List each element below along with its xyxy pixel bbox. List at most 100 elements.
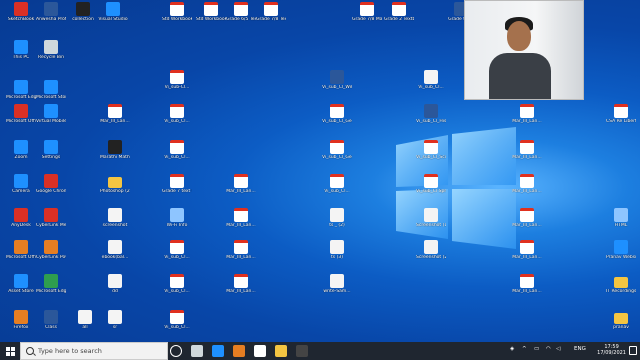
icon-pdf-16[interactable]: Mar_III_Lan... [512,140,542,160]
icon-anydesk[interactable]: AnyDesk [6,208,36,228]
icon-pdf-29[interactable]: Mar_III_Lan... [512,274,542,294]
icon-pdf-7[interactable]: Vi_sub-Cl... [162,70,192,90]
icon-txt-6[interactable]: ts (3) [322,240,352,260]
tray-chevron-icon[interactable]: ^ [522,346,527,352]
store-icon[interactable] [254,345,266,357]
pdf-icon [520,274,534,288]
icon-pdf-17[interactable]: Grade 7 text Geograph... [162,174,192,194]
icon-pdf-4[interactable]: Grade 7/8 Textbook [256,2,286,22]
tray-battery-icon[interactable]: ▭ [534,346,539,352]
icon-sketchbook[interactable]: SketchBook [6,2,36,22]
icon-pdf-30[interactable]: Vi_sub_Cl... [162,310,192,330]
icon-office[interactable]: Microsoft Office Lens [6,104,36,124]
tray-shield-icon[interactable]: ◈ [510,346,514,352]
icon-txt-1[interactable]: Vi_sub_Cl... [416,70,446,90]
icon-label: Mar_III_Lan... [226,255,256,260]
icon-folder-3[interactable]: pranav [606,310,636,330]
obs-icon[interactable] [296,345,308,357]
notifications-icon[interactable] [629,346,637,355]
icon-pdf-8[interactable]: Mar_III_Lan... [100,104,130,124]
icon-pdf-5[interactable]: Grade 7/8 Marathi [352,2,382,22]
icon-word-doc-5[interactable]: Class [36,310,66,330]
icon-pdf-3[interactable]: Grade 6/5 Textbook [226,2,256,22]
icon-txt-10[interactable]: all [70,310,100,330]
icon-edge-3[interactable]: Microsoft Edge [36,274,66,294]
icon-word-doc-3[interactable]: Vi_sub_Cl_Wiki [322,70,352,90]
task-view-icon[interactable] [170,345,182,357]
icon-folder-1[interactable]: Photoshop (2) [100,174,130,194]
icon-folder-2[interactable]: IT Recordings [606,274,636,294]
icon-exe-1[interactable]: Wi-Fi Info [162,208,192,228]
txt-icon [330,208,344,222]
app-blue-icon [44,80,58,94]
icon-firefox[interactable]: Firefox [6,310,36,330]
icon-pdf-24[interactable]: Vi_sub_Cl... [162,240,192,260]
icon-pdf-26[interactable]: Mar_III_Lan... [512,240,542,260]
icon-txt-4[interactable]: Screenshot (1) [416,208,446,228]
desktop[interactable]: SketchBookAnwesha Profile collection Visua… [0,0,640,342]
icon-txt-11[interactable]: sr [100,310,130,330]
icon-pdf-6[interactable]: Grade 2 Textbook [384,2,414,22]
icon-pdf-13[interactable]: Vi_sub_Cl... [162,140,192,160]
icon-word-doc-4[interactable]: Vi_sub_Cl_Hist [416,104,446,124]
icon-recycle-bin[interactable]: Recycle Bin [36,40,66,60]
firefox-icon[interactable] [233,345,245,357]
icon-pdf-28[interactable]: Mar_III_Lan... [226,274,256,294]
icon-chrome[interactable]: Google Chrome [36,174,66,194]
icon-vs-code[interactable]: Visual Studio [98,2,128,22]
icon-pdf-20[interactable]: Vi_sub_Cl Sprit Science [416,174,446,194]
txt-icon [108,274,122,288]
icon-vbox[interactable]: Virtual Mobile Code [36,104,66,124]
icon-ms-office[interactable]: Microsoft Office Word [6,240,36,260]
icon-word-doc-1[interactable]: Anwesha Profile [36,2,66,22]
icon-zoom[interactable]: Zoom [6,140,36,160]
icon-cpe-2[interactable]: CyberLink PowerDirec [36,240,66,260]
icon-pdf-18[interactable]: Mar_III_Lan... [226,174,256,194]
tray-wifi-icon[interactable]: ◠ [546,346,551,352]
icon-pdf-2[interactable]: Std Workbook [196,2,226,22]
widgets-icon[interactable] [191,345,203,357]
icon-txt-3[interactable]: ts _ (2) [322,208,352,228]
system-clock[interactable]: 17:59 17/09/2021 [597,344,626,356]
icon-label: Class [45,325,57,330]
app-blue-icon [614,240,628,254]
icon-edge[interactable]: Microsoft Edge [6,80,36,100]
icon-html[interactable]: HTML [606,208,636,228]
icon-pdf-27[interactable]: Vi_sub_Cl... [162,274,192,294]
icon-label: Vi_sub_Cl_Geograph... [322,155,352,160]
icon-collection[interactable]: collection [68,2,98,22]
language-indicator[interactable]: ENG [574,346,586,352]
file-explorer-icon[interactable] [275,345,287,357]
icon-txt-2[interactable]: screenshot [100,208,130,228]
icon-pdf-23[interactable]: Mar_III_Lan... [512,208,542,228]
taskbar-search-box[interactable]: Type here to search [20,342,168,360]
icon-pdf-11[interactable]: Mar_III_Lan... [512,104,542,124]
icon-pdf-14[interactable]: Vi_sub_Cl_Geograph... [322,140,352,160]
icon-pdf-21[interactable]: Mar_III_Lan... [512,174,542,194]
edge-icon[interactable] [212,345,224,357]
icon-ms-store[interactable]: Microsoft Store [36,80,66,100]
icon-txt-5[interactable]: ebook(bal... [100,240,130,260]
icon-store-2[interactable]: Asset Store [6,274,36,294]
icon-pdf-9[interactable]: Vi_sub_Cl... [162,104,192,124]
pdf-icon [520,140,534,154]
icon-txt-8[interactable]: dd [100,274,130,294]
icon-txt-7[interactable]: Screenshot (2) [416,240,446,260]
icon-txt-9[interactable]: write-Sam... [322,274,352,294]
icon-pdf-15[interactable]: Vi_sub_Cl_Science [416,140,446,160]
start-button[interactable] [0,342,20,360]
icon-camera[interactable]: Camera [6,174,36,194]
icon-pdf-22[interactable]: Mar_III_Lan... [226,208,256,228]
icon-cpe-1[interactable]: CyberLink Media [36,208,66,228]
tray-volume-icon[interactable]: ◁ [556,346,560,352]
icon-pdf-25[interactable]: Mar_III_Lan... [226,240,256,260]
icon-pdf-12[interactable]: CSA Re Liberty Cu [606,104,636,124]
icon-settings[interactable]: Settings [36,140,66,160]
icon-edge-2[interactable]: Pranav Website [606,240,636,260]
icon-pdf-1[interactable]: Std Workbook [162,2,192,22]
icon-marathi[interactable]: Marathi Mathematic... [100,140,130,160]
icon-pdf-19[interactable]: Vi_sub_Cl... [322,174,352,194]
icon-pdf-10[interactable]: Vi_sub_Cl_Geogra... [322,104,352,124]
icon-label: Google Chrome [36,189,66,194]
icon-this-pc[interactable]: This PC [6,40,36,60]
